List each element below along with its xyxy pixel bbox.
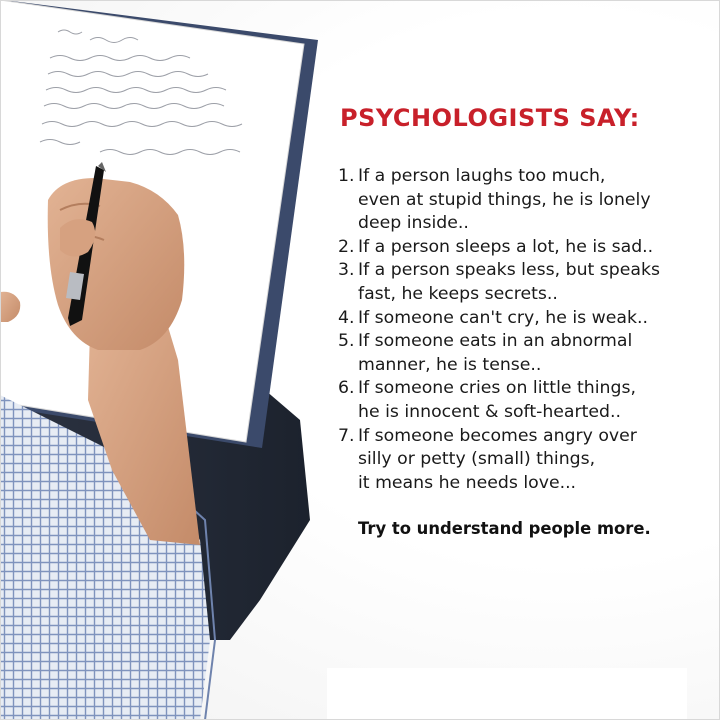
list-number: 1. [338, 166, 355, 186]
list-text: If a person sleeps a lot, he is sad.. [358, 236, 654, 257]
list-item: 7. If someone becomes angry over silly o… [338, 425, 698, 496]
list-text: If a person laughs too much, even at stu… [358, 166, 651, 234]
list-item: 6. If someone cries on little things, he… [338, 377, 698, 424]
list-number: 5. [338, 331, 355, 352]
statement-list: 1. If a person laughs too much, even at … [338, 165, 698, 495]
list-text: If someone becomes angry over silly or p… [358, 425, 637, 493]
list-text: If someone can't cry, he is weak.. [358, 307, 648, 328]
page-title: PSYCHOLOGISTS SAY: [340, 104, 640, 132]
list-item: 2. If a person sleeps a lot, he is sad.. [338, 236, 698, 260]
list-number: 4. [338, 307, 355, 328]
list-number: 6. [338, 378, 355, 399]
list-number: 7. [338, 425, 355, 446]
bottom-blank-bar [327, 668, 687, 720]
list-item: 1. If a person laughs too much, even at … [338, 165, 698, 236]
list-item: 3. If a person speaks less, but speaks f… [338, 259, 698, 306]
text-panel: PSYCHOLOGISTS SAY: 1. If a person laughs… [338, 104, 698, 538]
list-item: 4. If someone can't cry, he is weak.. [338, 307, 698, 331]
list-number: 2. [338, 236, 355, 257]
hand-writing-on-notebook-photo [0, 0, 330, 720]
list-text: If a person speaks less, but speaks fast… [358, 260, 661, 304]
closing-line: Try to understand people more. [358, 519, 651, 539]
list-item: 5. If someone eats in an abnormal manner… [338, 330, 698, 377]
list-text: If someone cries on little things, he is… [358, 378, 636, 422]
list-number: 3. [338, 260, 355, 281]
list-text: If someone eats in an abnormal manner, h… [358, 331, 633, 375]
